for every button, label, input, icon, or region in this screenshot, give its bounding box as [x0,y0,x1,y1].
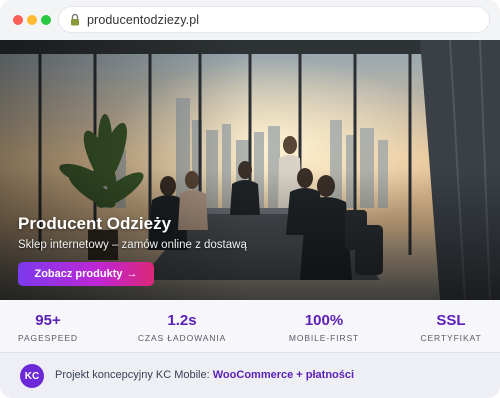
minimize-window-button[interactable] [27,15,37,25]
stat-value: SSL [436,312,466,329]
stats-bar: 95+ PAGESPEED 1.2s CZAS ŁADOWANIA 100% M… [0,300,500,352]
stat-load-time: 1.2s CZAS ŁADOWANIA [127,312,237,343]
lock-icon [71,13,79,26]
stat-label: PAGESPEED [18,333,78,343]
stat-pagespeed: 95+ PAGESPEED [0,312,103,343]
avatar: KC [20,364,44,388]
maximize-window-button[interactable] [41,15,51,25]
hero-section: Producent Odzieży Sklep internetowy – za… [0,40,500,300]
view-products-label: Zobacz produkty [34,268,123,280]
stat-mobile-first: 100% MOBILE-FIRST [269,312,379,343]
stat-value: 1.2s [167,312,197,329]
woocommerce-link[interactable]: WooCommerce + płatności [213,369,354,381]
stat-label: CZAS ŁADOWANIA [137,333,227,343]
hero-title: Producent Odzieży [18,214,172,233]
address-bar[interactable]: producentodziezy.pl [58,6,490,33]
project-footer: KC Projekt koncepcyjny KC Mobile: WooCom… [0,352,500,398]
stat-value: 100% [304,312,344,329]
browser-toolbar: producentodziezy.pl [0,0,500,41]
stat-value: 95+ [35,312,61,329]
arrow-right-icon: → [126,268,138,280]
footer-text: Projekt koncepcyjny KC Mobile: WooCommer… [55,369,354,381]
footer-description: Projekt koncepcyjny KC Mobile: [55,369,210,381]
close-window-button[interactable] [13,15,23,25]
browser-window: producentodziezy.pl Producent Odzieży Sk… [0,0,500,398]
stat-ssl: SSL CERTYFIKAT [396,312,500,343]
url-text[interactable]: producentodziezy.pl [87,13,199,27]
view-products-button[interactable]: Zobacz produkty → [18,262,154,286]
stat-label: MOBILE-FIRST [288,333,360,343]
hero-image [0,40,500,300]
stat-label: CERTYFIKAT [420,333,482,343]
hero-subtitle: Sklep internetowy – zamów online z dosta… [18,239,247,251]
